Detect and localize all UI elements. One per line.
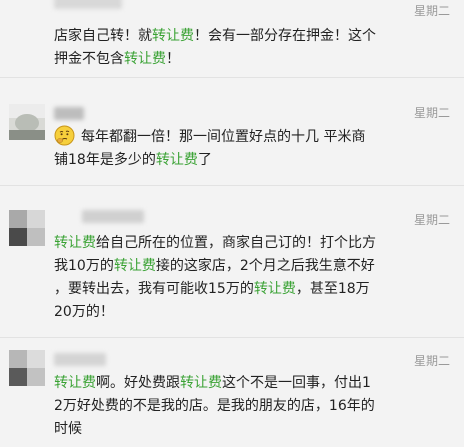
keyword-highlight: 转让费 (180, 375, 222, 391)
comment-text-segment: ，甚至18万 (295, 281, 370, 297)
comment-text: 店家自己转！就转让费！会有一部分存在押金！这个 押金不包含转让费！ (54, 25, 450, 71)
comment-text-segment: ！会有一部分存在押金！这个 (194, 28, 376, 44)
comment-line: 铺18年是多少的转让费了 (54, 149, 450, 172)
comment-text-segment: 给自己所在的位置，商家自己订的！打个比方 (96, 235, 376, 251)
comment-text-segment: 押金不包含 (54, 51, 124, 67)
username-blurred (54, 353, 106, 366)
comment-line: 转让费给自己所在的位置，商家自己订的！打个比方 (54, 232, 450, 255)
comment-text-segment: 了 (197, 152, 212, 168)
comment-line: 转让费啊。好处费跟转让费这个不是一回事，付出1 (54, 372, 450, 395)
comment-text-segment: 啊。好处费跟 (96, 375, 180, 391)
comment-text-segment: 每年都翻一倍！那一间位置好点的十几 平米商 (81, 129, 366, 145)
comment-line: ，要转出去，我有可能收15万的转让费，甚至18万 (54, 278, 450, 301)
comment-item: 星期二 转让费啊。好处费跟转让费这个不是一回事，付出1 2万好处费的不是我的店。是… (0, 338, 464, 447)
comment-text-segment: ！ (166, 51, 180, 67)
comment-text-segment: 铺18年是多少的 (54, 152, 156, 168)
keyword-highlight: 转让费 (113, 258, 156, 274)
avatar[interactable] (9, 350, 45, 386)
comment-text-segment: 2万好处费的不是我的店。是我的朋友的店，16年的 (54, 398, 375, 414)
timestamp: 星期二 (413, 213, 450, 227)
username-blurred (82, 210, 144, 223)
keyword-highlight: 转让费 (253, 281, 296, 297)
comment-item: 星期二 转让费给自己所在的位置，商家自己订的！打个比方 我10万的转让费接的这家店… (0, 186, 464, 338)
comment-text-segment: 接的这家店，2个月之后我生意不好 (155, 258, 375, 274)
comment-item: 星期二 每年都翻一倍！那一间位置好点的十几 平米商铺18年是多少的转让费了 (0, 78, 464, 186)
comment-text: 转让费给自己所在的位置，商家自己订的！打个比方 我10万的转让费接的这家店，2个月… (54, 232, 450, 324)
timestamp: 星期二 (413, 4, 450, 18)
username-blurred (54, 0, 122, 9)
comment-text-segment: 这个不是一回事，付出1 (222, 375, 371, 391)
timestamp: 星期二 (413, 106, 450, 120)
timestamp: 星期二 (413, 354, 450, 368)
comment-line: 店家自己转！就转让费！会有一部分存在押金！这个 (54, 25, 450, 48)
comment-item: 星期二 店家自己转！就转让费！会有一部分存在押金！这个 押金不包含转让费！ (0, 0, 464, 78)
comment-line: 时候 (54, 418, 450, 441)
comment-text-segment: 我10万的 (54, 258, 114, 274)
avatar[interactable] (9, 104, 45, 140)
comment-text-segment: 20万的！ (54, 304, 114, 320)
comment-line: 2万好处费的不是我的店。是我的朋友的店，16年的 (54, 395, 450, 418)
thinking-face-icon (54, 125, 75, 146)
comment-line: 20万的！ (54, 301, 450, 324)
keyword-highlight: 转让费 (155, 152, 198, 168)
username-blurred (54, 107, 84, 120)
avatar[interactable] (9, 210, 45, 246)
keyword-highlight: 转让费 (152, 28, 194, 44)
comment-text-segment: 店家自己转！就 (54, 28, 152, 44)
comment-text: 转让费啊。好处费跟转让费这个不是一回事，付出1 2万好处费的不是我的店。是我的朋友… (54, 372, 450, 441)
keyword-highlight: 转让费 (124, 51, 166, 67)
comment-text-segment: ，要转出去，我有可能收15万的 (54, 281, 254, 297)
comment-text: 每年都翻一倍！那一间位置好点的十几 平米商铺18年是多少的转让费了 (54, 125, 450, 172)
comment-text-segment: 时候 (54, 421, 82, 437)
comment-line: 每年都翻一倍！那一间位置好点的十几 平米商 (54, 125, 450, 149)
keyword-highlight: 转让费 (54, 235, 96, 251)
keyword-highlight: 转让费 (54, 375, 96, 391)
comment-line: 我10万的转让费接的这家店，2个月之后我生意不好 (54, 255, 450, 278)
comment-line: 押金不包含转让费！ (54, 48, 450, 71)
